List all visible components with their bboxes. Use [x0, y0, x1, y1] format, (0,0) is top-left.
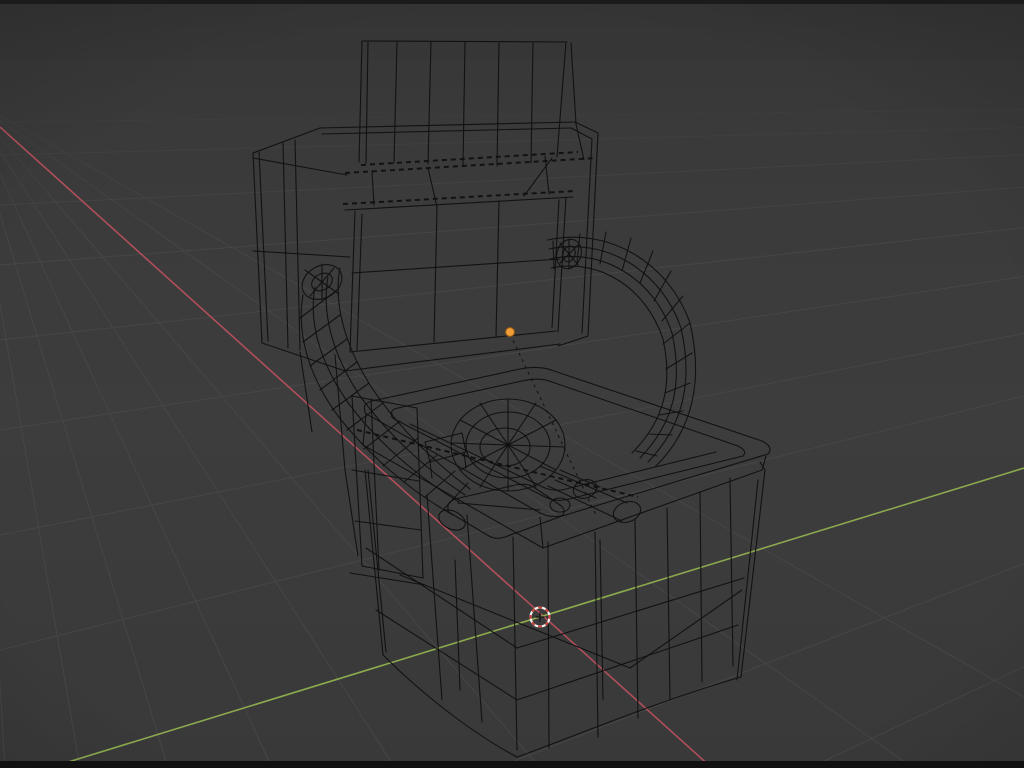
bottom-bar: [0, 761, 1024, 768]
vignette-overlay: [0, 0, 1024, 768]
top-bar: [0, 0, 1024, 4]
scene-svg[interactable]: [0, 0, 1024, 768]
viewport-3d[interactable]: [0, 0, 1024, 768]
